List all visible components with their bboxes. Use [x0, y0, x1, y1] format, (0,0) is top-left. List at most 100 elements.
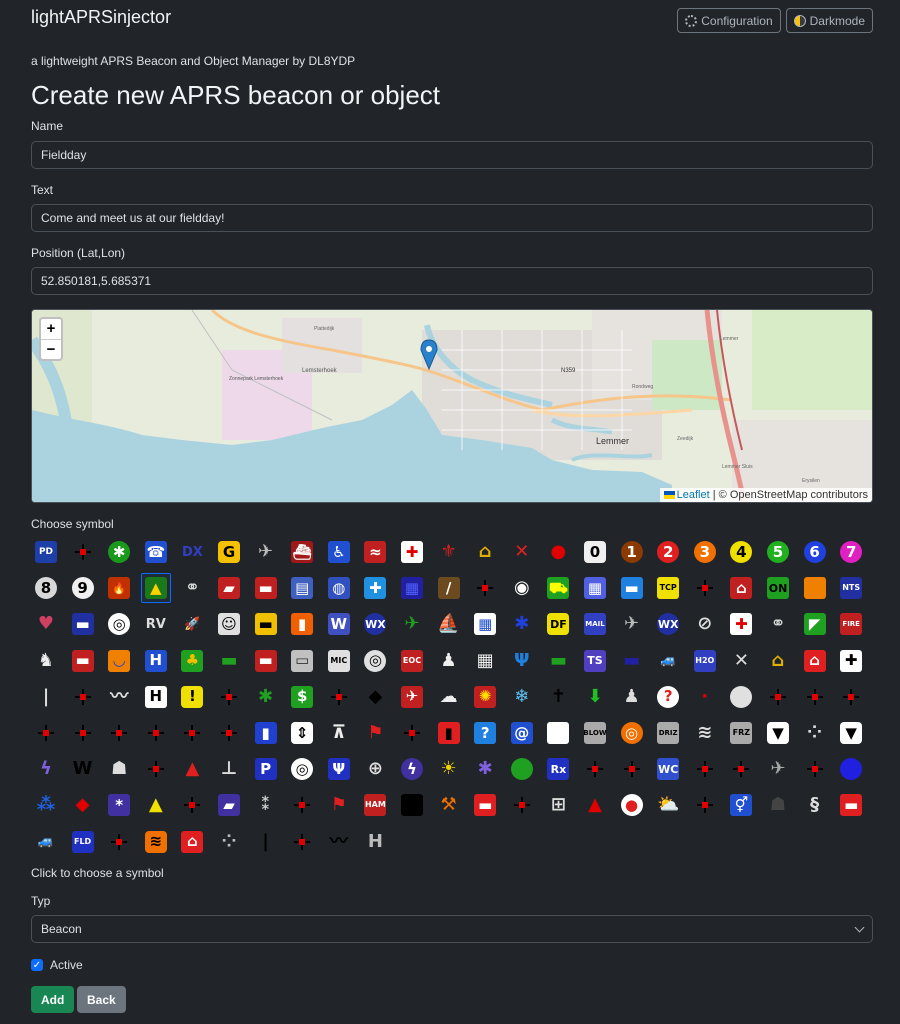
symbol-eoc[interactable]: EOC: [397, 646, 427, 676]
symbol-no-symbol-12[interactable]: [104, 718, 134, 748]
symbol-no-symbol-8[interactable]: [800, 682, 830, 712]
symbol-red-triangle[interactable]: ▲: [580, 790, 610, 820]
symbol-rev-h[interactable]: H: [141, 682, 171, 712]
symbol-no-symbol-11[interactable]: [68, 718, 98, 748]
symbol-pc-user[interactable]: ON: [763, 573, 793, 603]
symbol-restrooms[interactable]: ⚥: [726, 790, 756, 820]
symbol-dx-cluster[interactable]: DX: [177, 537, 207, 567]
symbol-digi-star[interactable]: ✱: [104, 537, 134, 567]
symbol-hail[interactable]: ⁘: [800, 718, 830, 748]
symbol-white-circle[interactable]: [726, 682, 756, 712]
symbol-sunny[interactable]: ☀: [434, 754, 464, 784]
symbol-no-symbol-20[interactable]: [690, 754, 720, 784]
symbol-eyeball[interactable]: ◉: [507, 573, 537, 603]
symbol-tcp-ip[interactable]: TCP: [653, 573, 683, 603]
symbol-caution-sign[interactable]: !: [177, 682, 207, 712]
symbol-crash-site[interactable]: ✈: [397, 682, 427, 712]
symbol-van[interactable]: 🚙: [653, 646, 683, 676]
symbol-x-aprs[interactable]: ✕: [726, 646, 756, 676]
symbol-train-station[interactable]: ▰: [214, 790, 244, 820]
symbol-helicopter[interactable]: ✈: [397, 609, 427, 639]
symbol-thunderstorm[interactable]: ϟ: [397, 754, 427, 784]
symbol-vortac[interactable]: ✱: [470, 754, 500, 784]
symbol-hospital[interactable]: H: [141, 646, 171, 676]
map-tiles[interactable]: Lemmer N359 Lemsterhoek Zonnepark Lemste…: [32, 310, 873, 503]
symbol-horse[interactable]: ♞: [31, 646, 61, 676]
symbol-gas-station[interactable]: ▮: [251, 718, 281, 748]
symbol-green-star[interactable]: ✱: [251, 682, 281, 712]
symbol-red-dot[interactable]: ●: [543, 537, 573, 567]
symbol-hf-gateway[interactable]: G: [214, 537, 244, 567]
symbol-no-symbol-1[interactable]: [68, 537, 98, 567]
symbol-no-symbol-16[interactable]: [397, 718, 427, 748]
symbol-campground[interactable]: ▲: [140, 573, 171, 604]
symbol-no-symbol-7[interactable]: [763, 682, 793, 712]
symbol-vertical-bar[interactable]: |: [31, 682, 61, 712]
symbol-freezing-rain[interactable]: FRZ: [726, 718, 756, 748]
zoom-out-button[interactable]: −: [41, 339, 61, 359]
back-button[interactable]: Back: [77, 986, 126, 1013]
symbol-restaurant[interactable]: Ψ: [324, 754, 354, 784]
symbol-partly-cloudy[interactable]: ⛅: [653, 790, 683, 820]
app-brand[interactable]: lightAPRSinjector: [31, 7, 171, 28]
symbol-rain[interactable]: ⁂: [31, 790, 61, 820]
symbol-police-station[interactable]: PD: [31, 537, 61, 567]
symbol-info-kiosk[interactable]: ?: [470, 718, 500, 748]
active-checkbox[interactable]: ✓: [31, 959, 43, 971]
symbol-picnic-table[interactable]: ⊼: [324, 718, 354, 748]
symbol-no-symbol-14[interactable]: [177, 718, 207, 748]
symbol-aid-station[interactable]: ✚: [360, 573, 390, 603]
symbol-storm-w[interactable]: W: [68, 754, 98, 784]
symbol-weather-station[interactable]: WX: [653, 609, 683, 639]
symbol-target[interactable]: ◎: [104, 609, 134, 639]
symbol-no-symbol-10[interactable]: [31, 718, 61, 748]
symbol-small-red-dot[interactable]: ·: [690, 682, 720, 712]
symbol-house-qth[interactable]: ⌂: [763, 646, 793, 676]
symbol-bicycle[interactable]: ⚭: [763, 609, 793, 639]
symbol-small-circle[interactable]: ●: [617, 790, 647, 820]
symbol-ship[interactable]: ▬: [543, 646, 573, 676]
symbol-hurricane-future[interactable]: ◍: [324, 573, 354, 603]
symbol-phone[interactable]: ☎: [141, 537, 171, 567]
map[interactable]: Lemmer N359 Lemsterhoek Zonnepark Lemste…: [31, 309, 873, 503]
symbol-circle-6[interactable]: 6: [800, 537, 830, 567]
symbol-balloon[interactable]: ♥: [31, 609, 61, 639]
symbol-squiggle[interactable]: 〰: [104, 682, 134, 712]
symbol-truck-stop[interactable]: TS: [580, 646, 610, 676]
name-input[interactable]: Fieldday: [31, 141, 873, 169]
symbol-lighthouse[interactable]: ☗: [104, 754, 134, 784]
symbol-circle-5[interactable]: 5: [763, 537, 793, 567]
symbol-no-symbol-3[interactable]: [690, 573, 720, 603]
symbol-wheelchair[interactable]: ♿: [324, 537, 354, 567]
symbol-no-symbol-26[interactable]: [690, 790, 720, 820]
symbol-no-symbol-25[interactable]: [507, 790, 537, 820]
symbol-snow[interactable]: *: [104, 790, 134, 820]
symbol-no-symbol-2[interactable]: [470, 573, 500, 603]
symbol-red-cross[interactable]: ✚: [397, 537, 427, 567]
symbol-updown-arrow[interactable]: ⇕: [287, 718, 317, 748]
symbol-semi-truck[interactable]: ▬: [617, 646, 647, 676]
symbol-circle-2[interactable]: 2: [653, 537, 683, 567]
symbol-no-symbol-4[interactable]: [68, 682, 98, 712]
symbol-water-station[interactable]: H2O: [690, 646, 720, 676]
symbol-jeep[interactable]: ▬: [214, 646, 244, 676]
symbol-bbs[interactable]: ▦: [397, 573, 427, 603]
configuration-button[interactable]: Configuration: [677, 8, 781, 33]
symbol-repeater-antenna[interactable]: Ψ: [507, 646, 537, 676]
symbol-wall-cloud[interactable]: WC: [653, 754, 683, 784]
symbol-ambulance[interactable]: ✚: [726, 609, 756, 639]
symbol-quake[interactable]: ◎: [287, 754, 317, 784]
symbol-yellow-triangle[interactable]: ▲: [141, 790, 171, 820]
symbol-dish-antenna[interactable]: ⊘: [690, 609, 720, 639]
symbol-smoke-orange[interactable]: ≋: [141, 827, 171, 857]
symbol-red-flag-2[interactable]: ⚑: [324, 790, 354, 820]
symbol-red-van[interactable]: ▬: [470, 790, 500, 820]
symbol-no-symbol-18[interactable]: [580, 754, 610, 784]
symbol-nws-site[interactable]: W: [324, 609, 354, 639]
symbol-no-symbol-17[interactable]: [141, 754, 171, 784]
symbol-motorcycle[interactable]: ⚭: [177, 573, 207, 603]
symbol-snow-shower[interactable]: ▼: [763, 718, 793, 748]
symbol-black-bar[interactable]: |: [251, 827, 281, 857]
position-input[interactable]: 52.850181,5.685371: [31, 267, 873, 295]
symbol-police-car[interactable]: ▬: [68, 609, 98, 639]
